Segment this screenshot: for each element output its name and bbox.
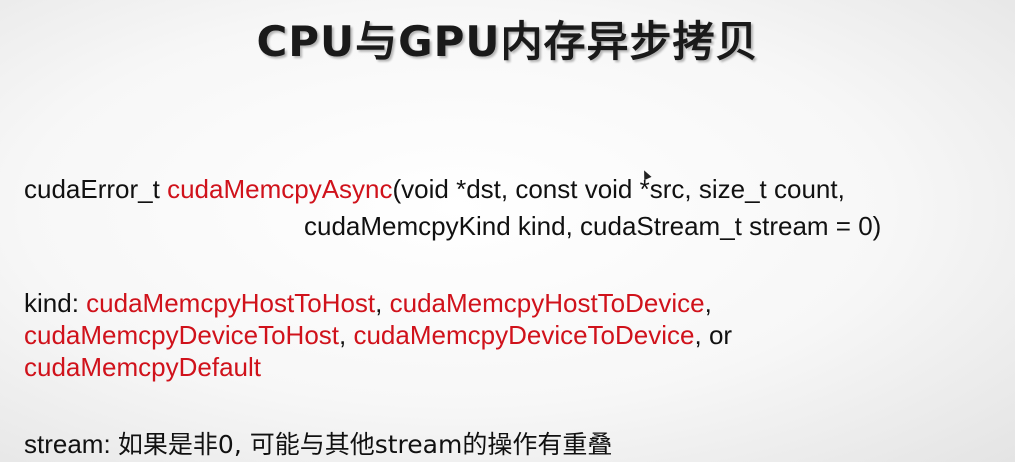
kind-label: kind: [24,288,87,318]
kind-line-2: cudaMemcpyDeviceToHost, cudaMemcpyDevice… [24,318,732,352]
kind-host-to-device: cudaMemcpyHostToDevice [389,288,705,318]
kind-host-to-host: cudaMemcpyHostToHost [86,288,376,318]
kind-default: cudaMemcpyDefault [24,352,261,382]
kind-device-to-host: cudaMemcpyDeviceToHost [24,320,340,350]
kind-line-3: cudaMemcpyDefault [24,350,261,384]
kind-separator: , [375,288,390,318]
kind-device-to-device: cudaMemcpyDeviceToDevice [353,320,695,350]
signature-line-2: cudaMemcpyKind kind, cudaStream_t stream… [304,211,882,241]
slide: CPU与GPU内存异步拷贝 cudaError_t cudaMemcpyAsyn… [0,0,1015,462]
kind-separator: , [339,320,354,350]
stream-description: 如果是非0, 可能与其他stream的操作有重叠 [117,430,613,459]
function-name: cudaMemcpyAsync [167,174,393,204]
return-type: cudaError_t [24,174,168,204]
kind-separator-end: , [704,288,712,318]
kind-line-1: kind: cudaMemcpyHostToHost, cudaMemcpyHo… [24,286,712,320]
slide-title: CPU与GPU内存异步拷贝 [256,17,759,66]
params-line-1: (void *dst, const void *src, size_t coun… [392,174,845,204]
stream-label: stream: [24,429,118,459]
kind-or: , or [694,320,733,350]
signature-line-1: cudaError_t cudaMemcpyAsync(void *dst, c… [24,172,845,206]
stream-line: stream: 如果是非0, 可能与其他stream的操作有重叠 [24,427,612,462]
